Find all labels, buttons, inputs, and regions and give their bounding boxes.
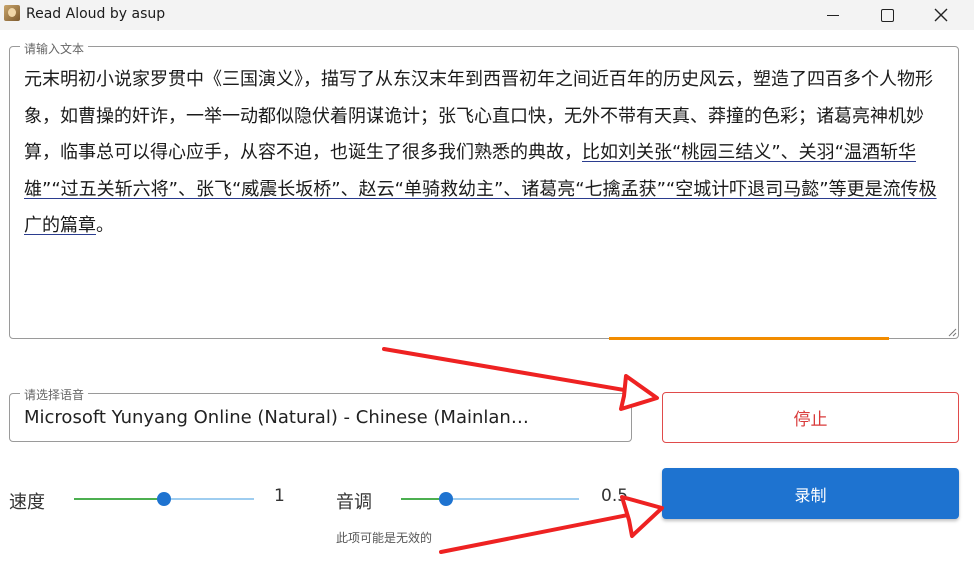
close-icon (934, 8, 948, 22)
resize-grip-icon[interactable] (946, 326, 957, 337)
speed-label: 速度 (9, 492, 45, 513)
speed-fill (74, 498, 164, 500)
window-title: Read Aloud by asup (26, 6, 166, 22)
pitch-thumb[interactable] (438, 492, 453, 506)
text-input-label: 请输入文本 (20, 40, 89, 57)
title-bar: Read Aloud by asup (0, 0, 974, 30)
record-button[interactable]: 录制 (662, 468, 959, 519)
maximize-icon (880, 8, 894, 22)
reading-progress-bar (609, 337, 889, 340)
voice-select-label: 请选择语音 (20, 386, 89, 403)
speed-thumb[interactable] (157, 492, 171, 506)
pitch-slider[interactable] (401, 492, 579, 506)
arrow-to-record-button (439, 495, 664, 554)
minimize-button[interactable] (810, 0, 856, 30)
text-input-content[interactable]: 元末明初小说家罗贯中《三国演义》，描写了从东汉末年到西晋初年之间近百年的历史风云… (24, 62, 949, 245)
maximize-button[interactable] (864, 0, 910, 30)
app-icon (4, 5, 20, 21)
minimize-icon (827, 14, 839, 16)
text-end: 。 (96, 215, 114, 236)
close-button[interactable] (918, 0, 964, 30)
stop-button[interactable]: 停止 (662, 392, 959, 443)
voice-selected-value: Microsoft Yunyang Online (Natural) - Chi… (24, 407, 529, 428)
pitch-label: 音调 (336, 492, 372, 513)
speed-slider[interactable] (74, 492, 254, 506)
pitch-hint: 此项可能是无效的 (336, 531, 433, 545)
pitch-value: 0.5 (601, 486, 629, 506)
speed-value: 1 (274, 486, 285, 506)
